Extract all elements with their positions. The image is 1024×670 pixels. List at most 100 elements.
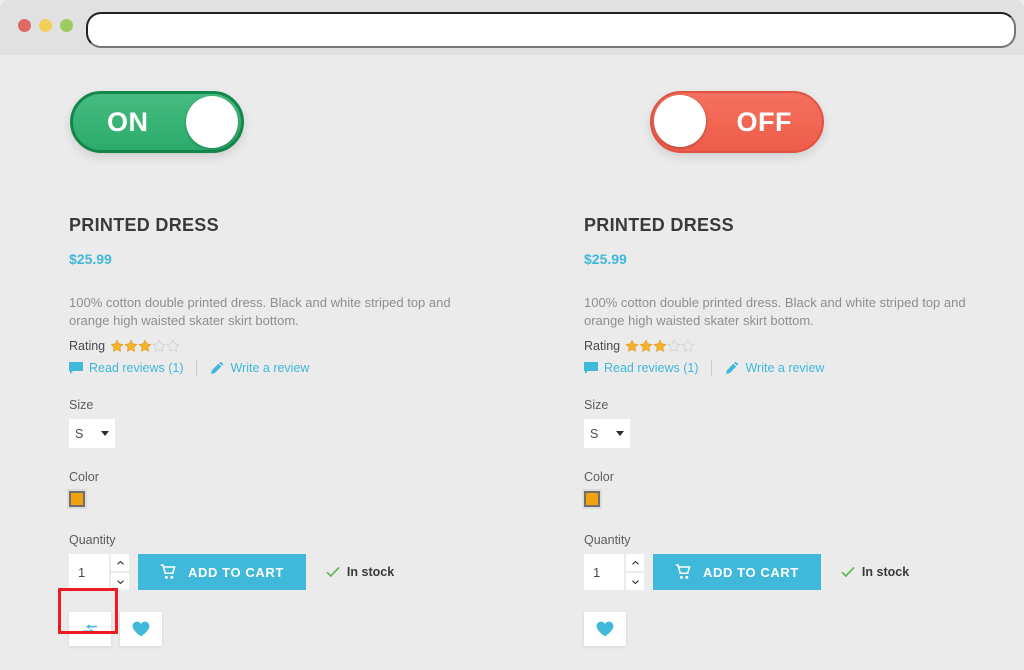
stock-status: In stock bbox=[841, 554, 909, 590]
size-select-value: S bbox=[590, 426, 599, 441]
quantity-cart-row: ADD TO CART In stock bbox=[584, 554, 1014, 591]
maximize-window-icon[interactable] bbox=[60, 19, 73, 32]
star-empty-icon bbox=[152, 339, 166, 353]
quantity-stepper bbox=[111, 554, 129, 591]
speech-bubble-icon bbox=[584, 361, 598, 374]
rating-stars[interactable] bbox=[110, 339, 180, 353]
pencil-icon bbox=[726, 361, 739, 374]
review-links-divider bbox=[196, 360, 198, 377]
status-badge: In stock bbox=[346, 565, 395, 580]
quantity-stepper bbox=[626, 554, 644, 591]
rating-label: Rating bbox=[69, 339, 106, 354]
toggle-on-label: ON bbox=[107, 106, 149, 137]
review-links-row: Read reviews (1) Write a review bbox=[584, 360, 1014, 377]
star-empty-icon bbox=[667, 339, 681, 353]
quantity-section: Quantity 1 ADD TO CART In stock bbox=[69, 533, 499, 591]
quantity-increment-button[interactable] bbox=[626, 554, 644, 572]
size-label: Size bbox=[69, 398, 94, 413]
color-swatch-orange[interactable] bbox=[67, 489, 87, 510]
read-reviews-link[interactable]: Read reviews (1) bbox=[584, 361, 698, 375]
heart-icon bbox=[132, 621, 150, 637]
size-section: Size S bbox=[584, 398, 1014, 449]
stock-status: In stock bbox=[326, 554, 394, 590]
browser-titlebar bbox=[0, 0, 1024, 55]
chevron-down-icon bbox=[116, 579, 124, 584]
status-badge: In stock bbox=[861, 565, 910, 580]
chevron-up-icon bbox=[631, 560, 639, 565]
star-filled-icon bbox=[625, 339, 639, 352]
color-section: Color bbox=[582, 470, 1014, 510]
browser-window: ON OFF PRINTED DRESS $25.99 100% cotton … bbox=[0, 0, 1024, 670]
color-label: Color bbox=[69, 470, 99, 485]
wishlist-button[interactable] bbox=[584, 612, 626, 647]
quantity-decrement-button[interactable] bbox=[626, 573, 644, 591]
star-filled-icon bbox=[110, 339, 124, 352]
wishlist-button[interactable] bbox=[120, 612, 162, 647]
star-filled-icon bbox=[639, 339, 653, 352]
shopping-cart-icon bbox=[160, 564, 176, 579]
product-card-left: PRINTED DRESS $25.99 100% cotton double … bbox=[67, 215, 499, 647]
product-actions-row bbox=[584, 612, 1014, 647]
compare-arrows-icon bbox=[83, 624, 97, 634]
add-to-cart-button[interactable]: ADD TO CART bbox=[653, 554, 821, 591]
minimize-window-icon[interactable] bbox=[39, 19, 52, 32]
check-icon bbox=[326, 566, 340, 578]
color-section: Color bbox=[67, 470, 499, 510]
page-title: PRINTED DRESS bbox=[584, 215, 734, 235]
speech-bubble-icon bbox=[69, 361, 83, 374]
rating-stars[interactable] bbox=[625, 339, 695, 353]
toggle-off-knob[interactable] bbox=[654, 95, 706, 147]
size-select-value: S bbox=[75, 426, 84, 441]
read-reviews-label: Read reviews (1) bbox=[604, 361, 699, 376]
write-review-link[interactable]: Write a review bbox=[210, 361, 309, 375]
page-title: PRINTED DRESS bbox=[69, 215, 219, 235]
rating-row: Rating bbox=[69, 339, 499, 353]
product-actions-row bbox=[69, 612, 499, 647]
chevron-down-icon bbox=[616, 431, 624, 437]
star-empty-icon bbox=[681, 339, 695, 353]
write-review-link[interactable]: Write a review bbox=[725, 361, 824, 375]
pencil-icon bbox=[211, 361, 224, 374]
size-select[interactable]: S bbox=[69, 419, 115, 449]
product-description: 100% cotton double printed dress. Black … bbox=[584, 295, 966, 328]
chevron-down-icon bbox=[631, 579, 639, 584]
quantity-input[interactable] bbox=[584, 554, 624, 591]
window-controls bbox=[18, 19, 73, 32]
close-window-icon[interactable] bbox=[18, 19, 31, 32]
quantity-section: Quantity 1 ADD TO CART In stock bbox=[584, 533, 1014, 591]
color-swatch-orange[interactable] bbox=[582, 489, 602, 510]
toggle-on-knob[interactable] bbox=[186, 96, 238, 148]
review-links-divider bbox=[711, 360, 713, 377]
check-icon bbox=[841, 566, 855, 578]
rating-label: Rating bbox=[584, 339, 621, 354]
product-price: $25.99 bbox=[584, 251, 627, 267]
chevron-down-icon bbox=[101, 431, 109, 437]
star-filled-icon bbox=[124, 339, 138, 352]
quantity-decrement-button[interactable] bbox=[111, 573, 129, 591]
heart-icon bbox=[596, 621, 614, 637]
chevron-up-icon bbox=[116, 560, 124, 565]
toggle-off-label: OFF bbox=[736, 106, 792, 137]
add-to-cart-label: ADD TO CART bbox=[188, 564, 284, 580]
review-links-row: Read reviews (1) Write a review bbox=[69, 360, 499, 377]
add-to-cart-button[interactable]: ADD TO CART bbox=[138, 554, 306, 591]
quantity-label: Quantity bbox=[69, 533, 116, 548]
address-bar-input[interactable] bbox=[86, 12, 1016, 48]
quantity-input[interactable] bbox=[69, 554, 109, 591]
product-price: $25.99 bbox=[69, 251, 112, 267]
read-reviews-link[interactable]: Read reviews (1) bbox=[69, 361, 183, 375]
size-label: Size bbox=[584, 398, 609, 413]
toggle-switch-on[interactable]: ON bbox=[70, 91, 244, 153]
shopping-cart-icon bbox=[675, 564, 691, 579]
star-filled-icon bbox=[653, 339, 667, 352]
quantity-increment-button[interactable] bbox=[111, 554, 129, 572]
size-select[interactable]: S bbox=[584, 419, 630, 449]
toggle-switch-off[interactable]: OFF bbox=[650, 91, 824, 153]
star-filled-icon bbox=[138, 339, 152, 352]
star-empty-icon bbox=[166, 339, 180, 353]
write-review-label: Write a review bbox=[230, 361, 310, 376]
page-content: ON OFF PRINTED DRESS $25.99 100% cotton … bbox=[0, 55, 1024, 670]
compare-button[interactable] bbox=[69, 612, 111, 647]
read-reviews-label: Read reviews (1) bbox=[89, 361, 184, 376]
rating-row: Rating bbox=[584, 339, 1014, 353]
